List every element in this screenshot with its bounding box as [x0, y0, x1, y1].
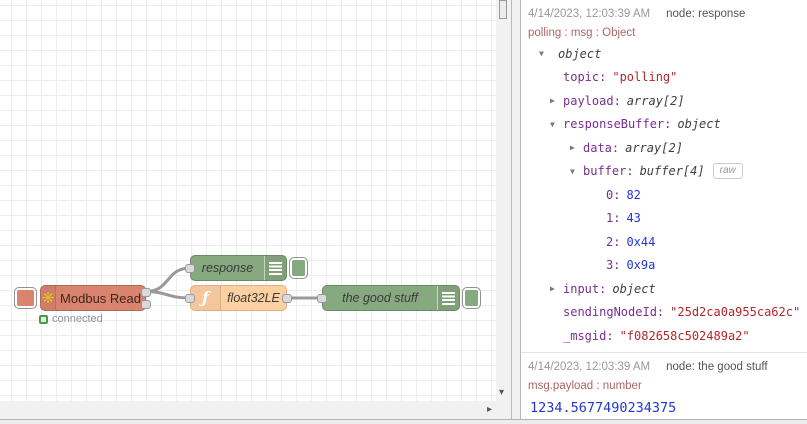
debug-list-icon [269, 261, 282, 275]
output-port-1[interactable] [141, 288, 151, 297]
tree-row[interactable]: ▶ payload: array[2] [528, 89, 807, 113]
tree-value: 43 [626, 211, 641, 226]
tree-row[interactable]: 0: 82 [528, 183, 807, 207]
tree-key: 2: [606, 234, 621, 249]
function-icon-area: ƒ [191, 286, 221, 310]
debug-toggle-button[interactable] [462, 287, 481, 309]
node-function-float32le[interactable]: ƒ float32LE [185, 285, 292, 311]
collapse-arrow-icon[interactable]: ▼ [539, 49, 552, 58]
tree-key: topic: [563, 70, 607, 85]
tree-key: input: [563, 281, 607, 296]
vertical-scrollbar-thumb[interactable] [499, 0, 507, 19]
debug-message-good-stuff[interactable]: 4/14/2023, 12:03:39 AM node: the good st… [521, 353, 807, 420]
tree-row[interactable]: _msgid: "f082658c502489a2" [528, 324, 807, 348]
raw-button[interactable]: raw [712, 163, 743, 180]
tree-value: buffer[4] [639, 164, 705, 179]
tree-value: object [677, 117, 721, 132]
tree-key: _msgid: [563, 328, 614, 343]
tree-value: array[2] [625, 140, 683, 155]
tree-row[interactable]: ▼ object [528, 42, 807, 66]
debug-message-response[interactable]: 4/14/2023, 12:03:39 AM node: response po… [521, 0, 807, 353]
tree-key: responseBuffer: [563, 117, 672, 132]
scroll-down-icon[interactable]: ▾ [499, 388, 504, 398]
debug-icon-area [264, 256, 286, 280]
tree-row[interactable]: 2: 0x44 [528, 230, 807, 254]
tree-key: 0: [606, 187, 621, 202]
flow-canvas[interactable]: ❋ Modbus Read connected response ƒ float… [0, 0, 496, 401]
function-f-icon: ƒ [202, 288, 209, 307]
node-modbus-read[interactable]: ❋ Modbus Read [40, 285, 151, 311]
debug-toggle-button[interactable] [289, 257, 308, 279]
input-port[interactable] [317, 294, 327, 303]
message-topic: polling : msg : Object [528, 27, 636, 39]
message-meta: 4/14/2023, 12:03:39 AM node: response [528, 8, 807, 20]
vertical-scrollbar[interactable]: ▾ [496, 0, 511, 401]
tree-row[interactable]: sendingNodeId: "25d2ca0a955ca62c" [528, 301, 807, 325]
tree-row[interactable]: 1: 43 [528, 207, 807, 231]
node-label: Modbus Read [60, 290, 141, 306]
node-label: the good stuff [342, 291, 418, 305]
output-port-2[interactable] [141, 300, 151, 309]
tree-row[interactable]: ▼ responseBuffer: object [528, 113, 807, 137]
status-connected-icon [39, 314, 48, 324]
tree-value: object [612, 281, 656, 296]
tree-key: 1: [606, 211, 621, 226]
node-label: response [201, 261, 254, 275]
tree-value: 0x9a [626, 258, 656, 273]
timestamp: 4/14/2023, 12:03:39 AM [528, 360, 651, 373]
tree-row[interactable]: ▼ buffer: buffer[4] raw [528, 160, 807, 184]
window-bottom-edge [0, 419, 807, 424]
tree-key: sendingNodeId: [563, 305, 665, 320]
tree-key: 3: [606, 258, 621, 273]
expand-arrow-icon[interactable]: ▶ [550, 284, 563, 293]
debug-icon-area [437, 286, 459, 310]
message-topic: msg.payload : number [528, 379, 642, 392]
expand-arrow-icon[interactable]: ▶ [550, 96, 563, 105]
collapse-arrow-icon[interactable]: ▼ [570, 167, 583, 176]
modbus-node-button[interactable] [14, 287, 37, 309]
output-port[interactable] [282, 294, 292, 303]
tree-row[interactable]: topic: "polling" [528, 66, 807, 90]
source-node: node: the good stuff [666, 360, 768, 373]
tree-value: 0x44 [626, 234, 656, 249]
tree-key: buffer: [583, 164, 634, 179]
wire-modbus-to-response[interactable] [144, 266, 192, 293]
tree-value: array[2] [626, 93, 685, 108]
tree-row[interactable]: ▶ input: object [528, 277, 807, 301]
tree-value: object [558, 46, 602, 61]
source-node: node: response [666, 8, 746, 20]
input-port[interactable] [185, 264, 195, 273]
scroll-right-icon[interactable]: ▸ [487, 405, 492, 415]
node-debug-good-stuff[interactable]: the good stuff [317, 285, 460, 311]
tree-key: payload: [563, 93, 621, 108]
tree-value: "25d2ca0a955ca62c" [670, 305, 801, 320]
node-debug-response[interactable]: response [185, 255, 287, 281]
expand-arrow-icon[interactable]: ▶ [570, 143, 583, 152]
tree-row[interactable]: 3: 0x9a [528, 254, 807, 278]
payload-value: 1234.5677490234375 [530, 399, 677, 416]
wire-modbus-to-float32le[interactable] [144, 290, 192, 300]
node-label: float32LE [227, 291, 280, 305]
wires-layer [144, 266, 324, 300]
tree-row[interactable]: ▶ data: array[2] [528, 136, 807, 160]
tree-key: data: [583, 140, 620, 155]
debug-sidebar[interactable]: 4/14/2023, 12:03:39 AM node: response po… [521, 0, 807, 419]
object-tree: ▼ object topic: "polling" ▶ payload: arr… [528, 42, 807, 348]
collapse-arrow-icon[interactable]: ▼ [550, 120, 563, 129]
node-red-editor: ❋ Modbus Read connected response ƒ float… [0, 0, 807, 424]
node-status: connected [39, 313, 103, 325]
timestamp: 4/14/2023, 12:03:39 AM [528, 8, 651, 20]
sidebar-resize-divider[interactable] [511, 0, 521, 419]
debug-list-icon [442, 291, 455, 305]
message-meta: 4/14/2023, 12:03:39 AM node: the good st… [528, 361, 807, 373]
tree-value: "f082658c502489a2" [619, 328, 750, 343]
modbus-gear-icon: ❋ [41, 289, 55, 307]
tree-value: 82 [626, 187, 641, 202]
horizontal-scrollbar[interactable]: ▸ [0, 401, 511, 419]
status-text: connected [52, 313, 103, 325]
input-port[interactable] [185, 294, 195, 303]
tree-value: "polling" [612, 70, 678, 85]
modbus-icon-area: ❋ [41, 286, 57, 310]
